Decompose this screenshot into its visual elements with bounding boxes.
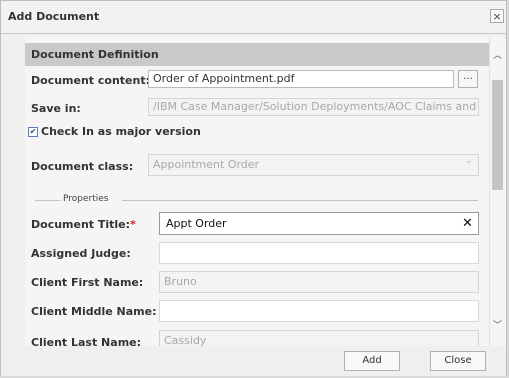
document-title-input[interactable]: Appt Order ✕	[159, 212, 479, 235]
properties-divider-right	[122, 200, 478, 201]
add-document-dialog: Add Document × Document Definition Docum…	[0, 0, 507, 376]
client-middle-name-input[interactable]	[159, 300, 479, 322]
scrollbar-thumb[interactable]	[492, 80, 503, 190]
document-title-label: Document Title:*	[31, 218, 136, 231]
save-in-label: Save in:	[31, 102, 81, 115]
document-class-label: Document class:	[31, 160, 134, 173]
save-in-field: /IBM Case Manager/Solution Deployments/A…	[148, 98, 479, 116]
major-version-label[interactable]: Check In as major version	[41, 125, 201, 138]
client-first-name-input[interactable]: Bruno	[159, 271, 479, 293]
document-title-value: Appt Order	[166, 217, 227, 230]
close-icon[interactable]: ×	[490, 9, 504, 23]
document-content-field[interactable]: Order of Appointment.pdf	[148, 70, 454, 88]
document-class-select[interactable]: Appointment Order	[148, 154, 479, 176]
properties-divider-left	[35, 200, 61, 201]
client-middle-name-label: Client Middle Name:	[31, 305, 157, 318]
scrollbar[interactable]: ︿ ﹀	[489, 36, 506, 346]
client-last-name-input[interactable]: Cassidy	[159, 330, 479, 346]
dialog-footer: Add Close	[1, 346, 506, 376]
dialog-titlebar: Add Document ×	[1, 1, 506, 34]
chevron-down-icon[interactable]: ⌄	[465, 156, 473, 166]
add-button[interactable]: Add	[344, 351, 400, 371]
assigned-judge-label: Assigned Judge:	[31, 247, 131, 260]
major-version-checkbox[interactable]: ✔	[28, 127, 38, 137]
close-button[interactable]: Close	[430, 351, 486, 371]
properties-group-label: Properties	[63, 194, 109, 204]
document-content-label: Document content:*	[31, 74, 156, 87]
client-last-name-label: Client Last Name:	[31, 336, 142, 346]
dialog-title: Add Document	[8, 10, 100, 23]
dialog-body: Document Definition Document content:* O…	[25, 36, 489, 346]
chevron-down-icon[interactable]: ﹀	[493, 318, 502, 331]
section-document-definition: Document Definition	[25, 43, 489, 66]
clear-icon[interactable]: ✕	[462, 213, 473, 234]
chevron-up-icon[interactable]: ︿	[493, 48, 502, 61]
client-first-name-label: Client First Name:	[31, 276, 144, 289]
browse-button[interactable]: ...	[458, 70, 478, 88]
assigned-judge-input[interactable]	[159, 242, 479, 264]
